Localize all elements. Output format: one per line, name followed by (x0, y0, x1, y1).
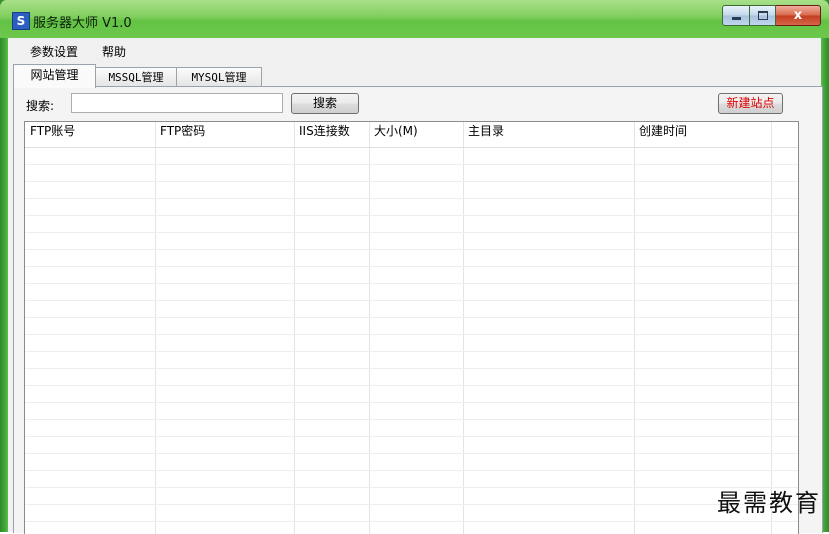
column-header-ftp-password[interactable]: FTP密码 (155, 122, 294, 147)
window-controls: x (722, 5, 821, 26)
site-table[interactable]: FTP账号 FTP密码 IIS连接数 大小(M) 主目录 创建时间 (24, 121, 799, 534)
empty-row-line (25, 164, 798, 165)
column-header-size[interactable]: 大小(M) (369, 122, 463, 147)
empty-row-line (25, 436, 798, 437)
search-button[interactable]: 搜索 (291, 93, 359, 114)
empty-row-line (25, 385, 798, 386)
tab-website-management[interactable]: 网站管理 (13, 64, 96, 88)
search-input[interactable] (71, 93, 283, 113)
menu-bar: 参数设置 帮助 (8, 38, 821, 63)
column-divider (369, 122, 370, 534)
column-header-ftp-account[interactable]: FTP账号 (25, 122, 155, 147)
window-title: 服务器大师 V1.0 (33, 16, 132, 31)
empty-row-line (25, 283, 798, 284)
maximize-button[interactable] (750, 5, 776, 26)
column-header-home-directory[interactable]: 主目录 (463, 122, 634, 147)
column-divider (155, 122, 156, 534)
search-label: 搜索: (26, 99, 55, 113)
client-area: 参数设置 帮助 网站管理 MSSQL管理 MYSQL管理 搜索: 搜索 新建站点… (8, 38, 823, 534)
empty-row-line (25, 504, 798, 505)
empty-row-line (25, 351, 798, 352)
window-frame: S 服务器大师 V1.0 x 参数设置 帮助 网站管理 MSSQL管理 MYSQ… (0, 0, 829, 534)
empty-row-line (25, 334, 798, 335)
empty-row-line (25, 368, 798, 369)
empty-row-line (25, 300, 798, 301)
tab-mssql-management[interactable]: MSSQL管理 (95, 67, 177, 87)
empty-row-line (25, 402, 798, 403)
column-header-created-time[interactable]: 创建时间 (634, 122, 771, 147)
new-site-button[interactable]: 新建站点 (718, 93, 783, 114)
column-divider (771, 122, 772, 534)
empty-row-line (25, 453, 798, 454)
website-management-panel: 搜索: 搜索 新建站点 FTP账号 FTP密码 IIS连接数 大小(M) 主目录… (13, 86, 823, 534)
column-header-iis-connections[interactable]: IIS连接数 (294, 122, 369, 147)
table-header: FTP账号 FTP密码 IIS连接数 大小(M) 主目录 创建时间 (25, 122, 798, 148)
empty-row-line (25, 198, 798, 199)
column-divider (463, 122, 464, 534)
maximize-icon (757, 11, 768, 20)
column-divider (634, 122, 635, 534)
empty-row-line (25, 487, 798, 488)
empty-row-line (25, 419, 798, 420)
menu-settings[interactable]: 参数设置 (30, 43, 78, 60)
menu-help[interactable]: 帮助 (102, 43, 126, 60)
empty-row-line (25, 317, 798, 318)
app-icon: S (12, 12, 30, 30)
empty-row-line (25, 181, 798, 182)
minimize-button[interactable] (722, 5, 750, 26)
title-bar[interactable]: S 服务器大师 V1.0 x (0, 0, 829, 38)
watermark: 最需教育 (717, 489, 821, 517)
empty-row-line (25, 521, 798, 522)
empty-row-line (25, 232, 798, 233)
close-icon: x (793, 8, 803, 23)
empty-row-line (25, 470, 798, 471)
column-divider (294, 122, 295, 534)
close-button[interactable]: x (776, 5, 821, 26)
empty-row-line (25, 249, 798, 250)
tab-mysql-management[interactable]: MYSQL管理 (176, 67, 262, 87)
empty-row-line (25, 266, 798, 267)
empty-row-line (25, 215, 798, 216)
minimize-icon (731, 17, 741, 20)
